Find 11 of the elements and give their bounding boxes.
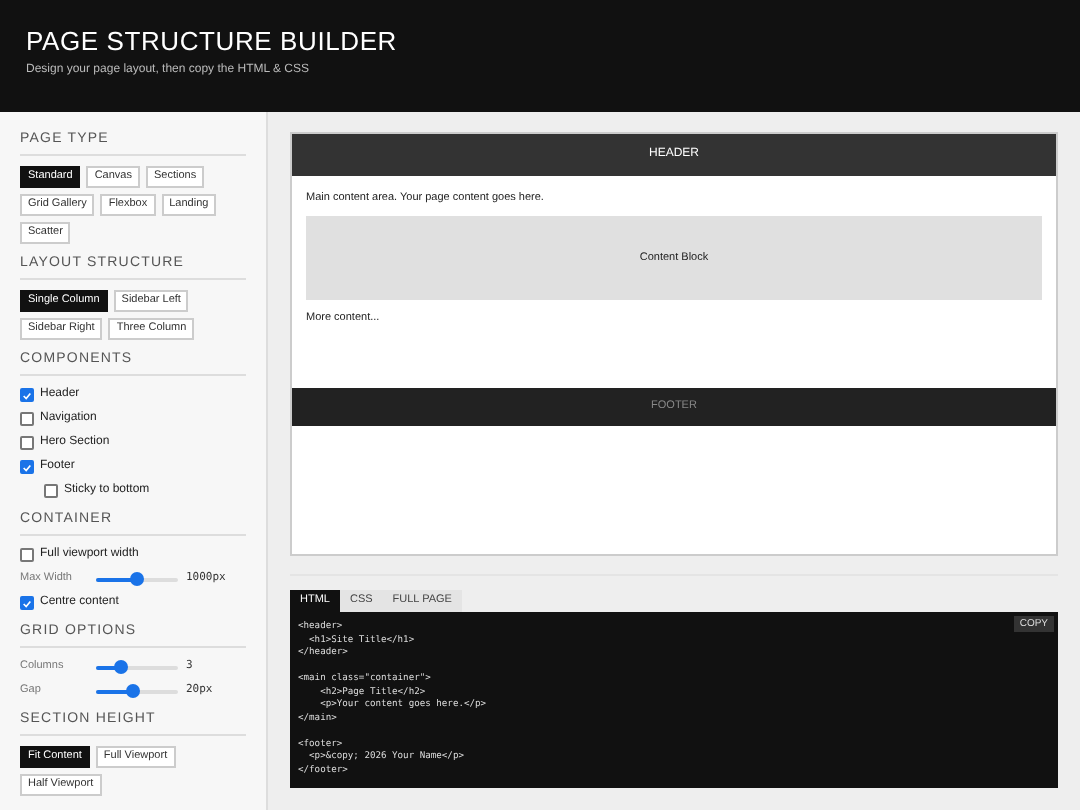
checkbox[interactable]	[20, 412, 34, 426]
checkbox[interactable]	[44, 484, 58, 498]
checkbox[interactable]	[20, 436, 34, 450]
checkbox[interactable]	[20, 596, 34, 610]
checkbox[interactable]	[20, 548, 34, 562]
slider[interactable]	[96, 660, 178, 674]
slider[interactable]	[96, 572, 178, 586]
checkbox[interactable]	[20, 388, 34, 402]
slider[interactable]	[96, 684, 178, 698]
app-title: PAGE STRUCTURE BUILDER	[26, 28, 399, 54]
checkbox[interactable]	[20, 460, 34, 474]
